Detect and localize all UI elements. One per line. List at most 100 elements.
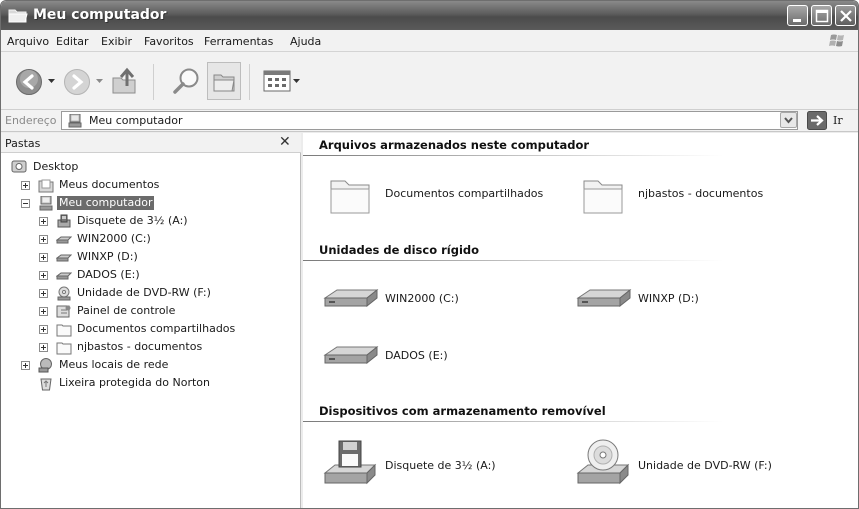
tree-item-njbastos-documentos[interactable]: njbastos - documentos xyxy=(39,339,279,356)
folder-icon xyxy=(56,324,72,337)
folders-button[interactable] xyxy=(207,62,241,100)
tree-item-lixeira-norton[interactable]: Lixeira protegida do Norton xyxy=(21,375,261,392)
close-icon xyxy=(840,10,852,22)
item-documentos-compartilhados[interactable]: Documentos compartilhados xyxy=(327,171,557,219)
section-header-removiveis: Dispositivos com armazenamento removível xyxy=(319,404,606,418)
expand-icon[interactable] xyxy=(39,253,48,262)
close-pane-icon[interactable]: ✕ xyxy=(279,134,291,150)
tree-label: Meus locais de rede xyxy=(59,358,169,371)
desktop-icon xyxy=(11,160,27,173)
dvd-drive-icon xyxy=(576,439,630,485)
tree-item-winxp[interactable]: WINXP (D:) xyxy=(39,249,259,266)
tree-label: Disquete de 3½ (A:) xyxy=(77,214,188,227)
tree-item-desktop[interactable]: Desktop xyxy=(11,159,211,176)
collapse-icon[interactable] xyxy=(21,199,30,208)
tree-item-meus-locais-de-rede[interactable]: Meus locais de rede xyxy=(21,357,241,374)
go-label[interactable]: Ir xyxy=(833,114,843,127)
tree-item-meus-documentos[interactable]: Meus documentos xyxy=(21,177,241,194)
item-disquete[interactable]: Disquete de 3½ (A:) xyxy=(323,437,553,493)
expand-icon[interactable] xyxy=(39,289,48,298)
search-button[interactable] xyxy=(171,66,203,96)
expand-icon[interactable] xyxy=(39,235,48,244)
maximize-icon xyxy=(815,9,829,23)
address-bar: Endereço Meu computador xyxy=(1,110,858,132)
tree-item-win2000[interactable]: WIN2000 (C:) xyxy=(39,231,259,248)
recycle-bin-icon xyxy=(40,378,52,391)
expand-icon[interactable] xyxy=(39,217,48,226)
maximize-button[interactable] xyxy=(811,5,832,26)
section-header-discos: Unidades de disco rígido xyxy=(319,243,480,257)
hard-drive-icon xyxy=(323,345,379,365)
chevron-down-icon xyxy=(784,117,793,124)
address-value: Meu computador xyxy=(89,114,183,127)
section-divider xyxy=(303,155,723,156)
folder-documents-icon xyxy=(38,179,54,193)
views-dropdown-icon[interactable] xyxy=(293,79,300,84)
tree-item-dvd[interactable]: Unidade de DVD-RW (F:) xyxy=(39,285,279,302)
toolbar-separator xyxy=(249,64,250,100)
item-label: DADOS (E:) xyxy=(385,349,448,362)
menu-arquivo[interactable]: Arquivo xyxy=(7,35,49,48)
item-njbastos-documentos[interactable]: njbastos - documentos xyxy=(580,171,810,219)
tree-label: Painel de controle xyxy=(77,304,176,317)
folder-up-button[interactable] xyxy=(109,64,139,96)
back-button[interactable] xyxy=(15,68,43,96)
folders-icon xyxy=(213,74,235,92)
menu-ajuda[interactable]: Ajuda xyxy=(290,35,321,48)
tree-label: Meu computador xyxy=(57,196,155,210)
tree-item-documentos-compartilhados[interactable]: Documentos compartilhados xyxy=(39,321,289,338)
item-win2000[interactable]: WIN2000 (C:) xyxy=(323,276,553,324)
address-dropdown-button[interactable] xyxy=(780,112,797,128)
forward-button[interactable] xyxy=(63,68,91,96)
windows-flag-icon xyxy=(818,31,852,51)
folders-pane: Pastas ✕ Desktop Meus documentos Meu com… xyxy=(1,133,301,508)
item-winxp[interactable]: WINXP (D:) xyxy=(576,276,806,324)
close-button[interactable] xyxy=(835,5,856,26)
expand-icon[interactable] xyxy=(21,181,30,190)
folders-pane-header: Pastas ✕ xyxy=(1,133,301,153)
address-label: Endereço xyxy=(5,114,57,127)
address-field[interactable]: Meu computador xyxy=(61,111,798,130)
item-label: WIN2000 (C:) xyxy=(385,292,459,305)
tree-label: Documentos compartilhados xyxy=(77,322,236,335)
folder-icon xyxy=(583,180,623,214)
floppy-icon xyxy=(323,440,377,485)
expand-icon[interactable] xyxy=(39,325,48,334)
section-divider xyxy=(303,260,723,261)
computer-icon xyxy=(68,114,82,128)
expand-icon[interactable] xyxy=(39,307,48,316)
expand-icon[interactable] xyxy=(21,361,30,370)
dvd-drive-icon xyxy=(57,286,71,301)
tree-item-meu-computador[interactable]: Meu computador xyxy=(21,195,241,212)
expand-icon[interactable] xyxy=(39,271,48,280)
back-dropdown-icon[interactable] xyxy=(48,79,55,84)
menu-favoritos[interactable]: Favoritos xyxy=(144,35,194,48)
title-bar[interactable]: Meu computador xyxy=(1,1,858,30)
item-dvd[interactable]: Unidade de DVD-RW (F:) xyxy=(576,437,826,493)
tree-item-dados[interactable]: DADOS (E:) xyxy=(39,267,259,284)
computer-icon xyxy=(39,196,53,211)
expand-icon[interactable] xyxy=(39,343,48,352)
tree-item-painel-de-controle[interactable]: Painel de controle xyxy=(39,303,259,320)
menu-editar[interactable]: Editar xyxy=(56,35,89,48)
section-divider xyxy=(303,421,723,422)
network-icon xyxy=(38,358,52,373)
item-label: njbastos - documentos xyxy=(638,187,764,200)
hard-drive-icon xyxy=(56,272,72,280)
minimize-button[interactable] xyxy=(787,5,808,26)
tree-label: WINXP (D:) xyxy=(77,250,138,263)
views-button[interactable] xyxy=(263,70,291,92)
forward-dropdown-icon[interactable] xyxy=(96,79,103,84)
go-button[interactable] xyxy=(807,111,827,130)
minimize-icon xyxy=(793,19,801,22)
folders-pane-title: Pastas xyxy=(5,137,41,150)
tree-label: Meus documentos xyxy=(59,178,160,191)
menu-ferramentas[interactable]: Ferramentas xyxy=(204,35,273,48)
tree-item-disquete[interactable]: Disquete de 3½ (A:) xyxy=(39,213,259,230)
item-dados[interactable]: DADOS (E:) xyxy=(323,333,553,381)
folder-icon xyxy=(330,180,370,214)
menu-bar: Arquivo Editar Exibir Favoritos Ferramen… xyxy=(1,30,858,52)
menu-exibir[interactable]: Exibir xyxy=(101,35,132,48)
folder-open-icon xyxy=(8,9,28,23)
item-label: WINXP (D:) xyxy=(638,292,699,305)
